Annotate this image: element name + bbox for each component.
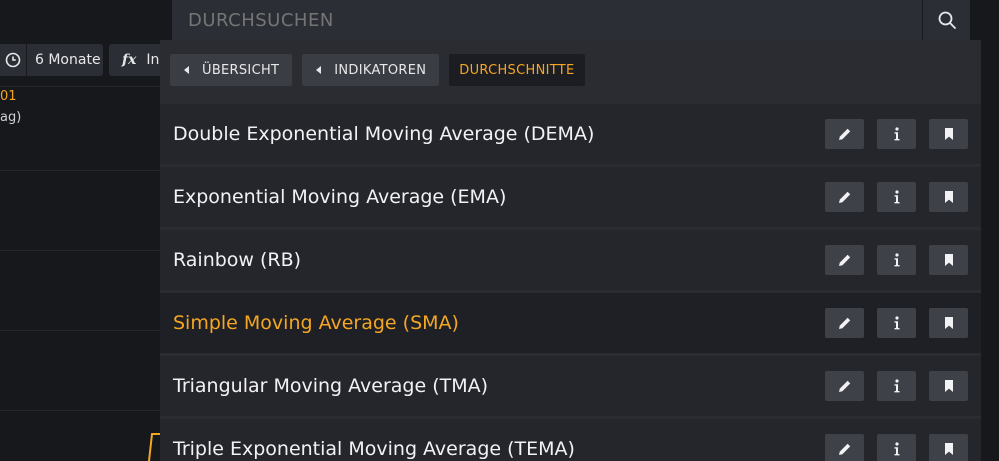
- search-icon: [938, 11, 956, 29]
- indicator-row-ema[interactable]: Exponential Moving Average (EMA): [160, 167, 981, 227]
- search-input[interactable]: [172, 0, 922, 40]
- edit-button[interactable]: [825, 245, 864, 275]
- row-actions: [825, 245, 968, 275]
- indicator-panel: ÜBERSICHT INDIKATOREN DURCHSCHNITTE Doub…: [160, 40, 981, 461]
- bookmark-button[interactable]: [929, 434, 968, 461]
- bookmark-button[interactable]: [929, 182, 968, 212]
- indicator-row-tma[interactable]: Triangular Moving Average (TMA): [160, 356, 981, 416]
- row-actions: [825, 434, 968, 461]
- chart-sub-label: ag): [0, 110, 22, 125]
- indicator-label: Simple Moving Average (SMA): [173, 312, 459, 334]
- pencil-icon: [838, 443, 850, 455]
- indicator-selector-label: In: [146, 52, 160, 68]
- info-button[interactable]: [877, 182, 916, 212]
- info-icon: [894, 316, 899, 330]
- info-icon: [894, 379, 899, 393]
- info-button[interactable]: [877, 119, 916, 149]
- chart-divider: [0, 86, 160, 87]
- bookmark-icon: [944, 254, 953, 266]
- chart-toolbar: 6 Monate fx In: [0, 44, 169, 76]
- breadcrumb-label: ÜBERSICHT: [202, 62, 280, 78]
- pencil-icon: [838, 317, 850, 329]
- pencil-icon: [838, 191, 850, 203]
- pencil-icon: [838, 254, 850, 266]
- bookmark-button[interactable]: [929, 245, 968, 275]
- info-button[interactable]: [877, 245, 916, 275]
- period-selector[interactable]: 6 Monate: [0, 44, 103, 76]
- edit-button[interactable]: [825, 434, 864, 461]
- breadcrumb-label: INDIKATOREN: [334, 62, 427, 78]
- row-actions: [825, 308, 968, 338]
- period-label: 6 Monate: [35, 52, 101, 68]
- caret-left-icon: [316, 66, 322, 74]
- breadcrumb-indicators[interactable]: INDIKATOREN: [302, 54, 440, 86]
- edit-button[interactable]: [825, 182, 864, 212]
- chart-gridline: [0, 170, 160, 171]
- pencil-icon: [838, 380, 850, 392]
- row-actions: [825, 371, 968, 401]
- bookmark-icon: [944, 128, 953, 140]
- edit-button[interactable]: [825, 119, 864, 149]
- info-button[interactable]: [877, 371, 916, 401]
- chart-gridline: [0, 330, 160, 331]
- info-button[interactable]: [877, 434, 916, 461]
- indicator-row-dema[interactable]: Double Exponential Moving Average (DEMA): [160, 104, 981, 164]
- indicator-row-sma[interactable]: Simple Moving Average (SMA): [160, 293, 981, 353]
- indicator-label: Rainbow (RB): [173, 249, 302, 271]
- bookmark-icon: [944, 380, 953, 392]
- row-actions: [825, 119, 968, 149]
- info-button[interactable]: [877, 308, 916, 338]
- edit-button[interactable]: [825, 371, 864, 401]
- search-button[interactable]: [923, 0, 970, 40]
- bookmark-button[interactable]: [929, 119, 968, 149]
- chart-gridline: [0, 410, 160, 411]
- chart-value-label: 01: [0, 89, 17, 104]
- fx-icon: fx: [122, 52, 137, 68]
- indicator-label: Triangular Moving Average (TMA): [173, 375, 489, 397]
- breadcrumb-overview[interactable]: ÜBERSICHT: [170, 54, 293, 86]
- indicator-label: Double Exponential Moving Average (DEMA): [173, 123, 595, 145]
- indicator-list: Double Exponential Moving Average (DEMA)…: [160, 104, 981, 461]
- breadcrumb: ÜBERSICHT INDIKATOREN DURCHSCHNITTE: [170, 54, 585, 86]
- bookmark-button[interactable]: [929, 308, 968, 338]
- bookmark-icon: [944, 191, 953, 203]
- edit-button[interactable]: [825, 308, 864, 338]
- indicator-row-tema[interactable]: Triple Exponential Moving Average (TEMA): [160, 419, 981, 461]
- app-root: 6 Monate fx In 01 ag) ÜBERSICHT INDIKATO…: [0, 0, 999, 461]
- indicator-row-rainbow[interactable]: Rainbow (RB): [160, 230, 981, 290]
- indicator-label: Triple Exponential Moving Average (TEMA): [173, 438, 575, 460]
- clock-icon: [0, 44, 27, 76]
- indicator-label: Exponential Moving Average (EMA): [173, 186, 507, 208]
- caret-left-icon: [184, 66, 189, 74]
- pencil-icon: [838, 128, 850, 140]
- info-icon: [894, 190, 899, 204]
- breadcrumb-label: DURCHSCHNITTE: [459, 62, 575, 78]
- info-icon: [894, 253, 899, 267]
- info-icon: [894, 127, 899, 141]
- row-actions: [825, 182, 968, 212]
- info-icon: [894, 442, 899, 456]
- breadcrumb-averages[interactable]: DURCHSCHNITTE: [449, 54, 585, 86]
- bookmark-icon: [944, 443, 953, 455]
- search-bar: [160, 0, 999, 40]
- chart-gridline: [0, 250, 160, 251]
- bookmark-button[interactable]: [929, 371, 968, 401]
- bookmark-icon: [944, 317, 953, 329]
